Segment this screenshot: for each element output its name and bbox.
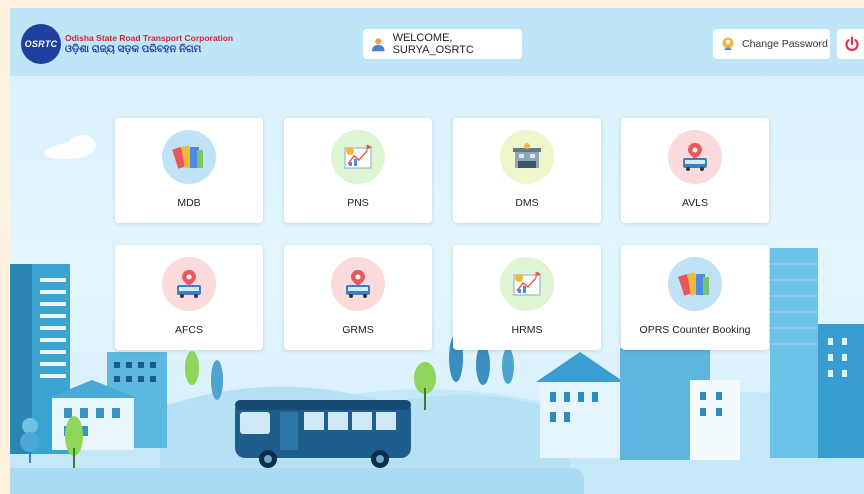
header-bar: OSRTC Odisha State Road Transport Corpor… — [10, 8, 864, 76]
module-label: HRMS — [511, 324, 543, 336]
module-label: AFCS — [174, 324, 203, 336]
bus-location-icon — [331, 257, 385, 311]
module-label: PNS — [347, 197, 369, 209]
welcome-badge: WELCOME, SURYA_OSRTC — [363, 29, 522, 59]
module-label: MDB — [177, 197, 201, 209]
bus-location-icon — [162, 257, 216, 311]
chart-board-icon — [331, 130, 385, 184]
bus-illustration — [235, 400, 411, 468]
change-password-button[interactable]: Change Password — [713, 29, 830, 59]
module-card-grms[interactable]: GRMS — [284, 245, 432, 350]
logout-button[interactable] — [837, 29, 864, 59]
module-label: DMS — [515, 197, 539, 209]
org-name-odia: ଓଡ଼ିଶା ରାଜ୍ୟ ସଡ଼କ ପରିବହନ ନିଗମ — [65, 44, 202, 55]
module-card-avls[interactable]: AVLS — [621, 118, 769, 223]
welcome-text: WELCOME, SURYA_OSRTC — [392, 32, 474, 56]
app-frame: OSRTC Odisha State Road Transport Corpor… — [10, 8, 864, 494]
module-label: GRMS — [342, 324, 374, 336]
module-label: AVLS — [681, 197, 709, 209]
footer-strip — [10, 468, 584, 494]
osrtc-logo: OSRTC — [21, 24, 61, 64]
logo-badge-text: OSRTC — [24, 39, 58, 49]
bus-location-icon — [668, 130, 722, 184]
module-card-oprs-counter-booking[interactable]: OPRS Counter Booking — [621, 245, 769, 350]
user-icon — [372, 37, 385, 51]
module-card-afcs[interactable]: AFCS — [115, 245, 263, 350]
books-icon — [668, 257, 722, 311]
books-icon — [162, 130, 216, 184]
module-label: OPRS Counter Booking — [639, 324, 751, 336]
module-card-mdb[interactable]: MDB — [115, 118, 263, 223]
module-card-hrms[interactable]: HRMS — [453, 245, 601, 350]
module-card-pns[interactable]: PNS — [284, 118, 432, 223]
user-lock-icon — [722, 37, 734, 50]
power-icon — [845, 36, 859, 52]
module-card-dms[interactable]: DMS — [453, 118, 601, 223]
org-name-english: Odisha State Road Transport Corporation — [65, 33, 234, 43]
depot-building-icon — [500, 130, 554, 184]
chart-board-icon — [500, 257, 554, 311]
change-password-label: Change Password — [742, 38, 828, 50]
